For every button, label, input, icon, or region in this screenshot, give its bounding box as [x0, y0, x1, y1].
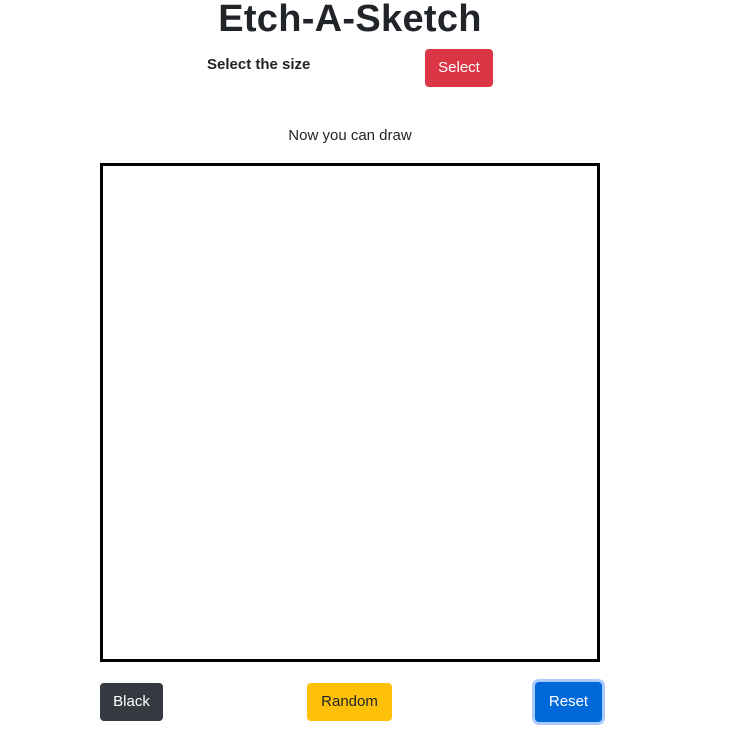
- drawing-canvas[interactable]: [100, 163, 600, 662]
- size-label: Select the size: [207, 56, 311, 73]
- page-title: Etch-A-Sketch: [218, 0, 482, 40]
- reset-button[interactable]: Reset: [535, 682, 602, 722]
- black-color-button[interactable]: Black: [100, 683, 163, 721]
- instruction-text: Now you can draw: [288, 127, 412, 144]
- etch-a-sketch-page: Etch-A-Sketch Select the size Select Now…: [0, 0, 733, 731]
- select-size-button[interactable]: Select: [425, 49, 493, 87]
- random-color-button[interactable]: Random: [307, 683, 392, 721]
